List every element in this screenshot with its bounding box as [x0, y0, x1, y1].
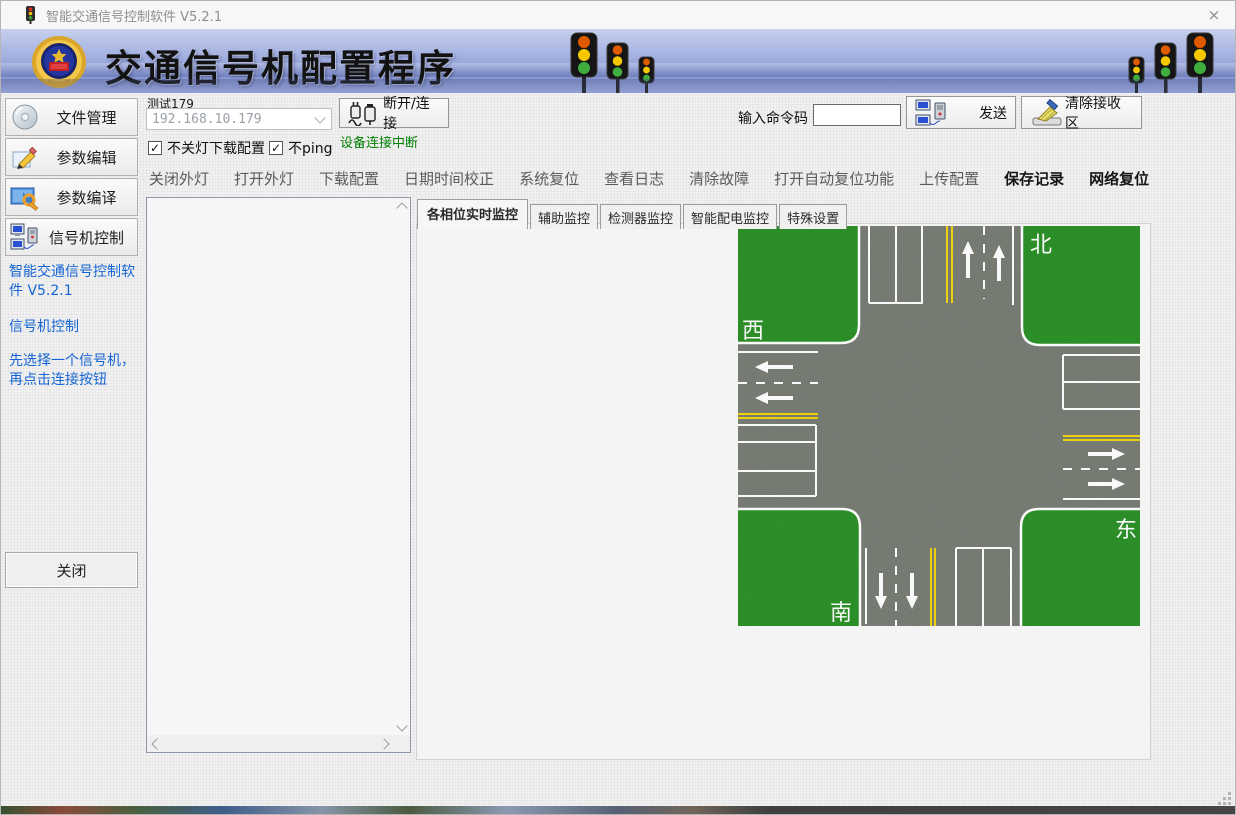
command-menu: 关闭外灯 打开外灯 下载配置 日期时间校正 系统复位 查看日志 清除故障 打开自…: [149, 168, 1149, 189]
menu-item-auto-reset[interactable]: 打开自动复位功能: [774, 168, 894, 189]
menu-item-save-record[interactable]: 保存记录: [1004, 168, 1064, 189]
checkbox-check-icon: ✓: [269, 141, 283, 155]
menu-item-system-reset[interactable]: 系统复位: [519, 168, 579, 189]
file-management-button[interactable]: 文件管理: [5, 98, 138, 136]
pencil-icon: [8, 143, 42, 171]
intersection-diagram: 北 西 南 东: [738, 226, 1140, 626]
traffic-lights-decoration-right: [1127, 31, 1227, 93]
traffic-lights-decoration-left: [569, 31, 669, 93]
plug-connector-icon: [346, 100, 377, 126]
ip-address-dropdown[interactable]: 192.168.10.179: [146, 108, 332, 130]
close-button[interactable]: 关闭: [5, 552, 138, 588]
app-banner-title: 交通信号机配置程序: [105, 38, 456, 92]
message-list-box[interactable]: [146, 197, 411, 753]
parameter-compile-button[interactable]: 参数编译: [5, 178, 138, 216]
monitor-tab-panel: 北 西 南 东: [416, 223, 1151, 760]
tab-detector-monitor[interactable]: 检测器监控: [600, 204, 681, 229]
signal-control-label: 信号机控制: [42, 227, 131, 248]
tab-power-monitor[interactable]: 智能配电监控: [683, 204, 777, 229]
scroll-down-icon[interactable]: [396, 720, 407, 731]
menu-item-clear-fault[interactable]: 清除故障: [689, 168, 749, 189]
close-button-label: 关闭: [56, 560, 86, 581]
clear-receive-area-button[interactable]: 清除接收区: [1021, 96, 1142, 129]
connect-disconnect-button[interactable]: 断开/连接: [339, 98, 449, 128]
menu-item-network-reset[interactable]: 网络复位: [1089, 168, 1149, 189]
computers-icon: [8, 223, 42, 251]
no-ping-checkbox[interactable]: ✓ 不ping: [269, 138, 333, 158]
chevron-down-icon: [314, 112, 325, 123]
menu-item-lights-off[interactable]: 关闭外灯: [149, 168, 209, 189]
tab-special-settings[interactable]: 特殊设置: [779, 204, 847, 229]
sidebar-mode-text: 信号机控制: [9, 318, 141, 337]
broom-icon: [1030, 99, 1065, 127]
scroll-right-icon[interactable]: [378, 738, 389, 749]
menu-item-download-config[interactable]: 下载配置: [319, 168, 379, 189]
menu-item-view-log[interactable]: 查看日志: [604, 168, 664, 189]
network-computers-icon: [915, 99, 949, 127]
header-banner: 交通信号机配置程序: [1, 29, 1235, 93]
compile-icon: [8, 183, 42, 211]
file-management-label: 文件管理: [42, 107, 131, 128]
menu-item-datetime-correct[interactable]: 日期时间校正: [404, 168, 494, 189]
vertical-scrollbar[interactable]: [394, 198, 410, 736]
no-ping-label: 不ping: [288, 138, 333, 158]
parameter-edit-button[interactable]: 参数编辑: [5, 138, 138, 176]
command-code-input[interactable]: [813, 104, 901, 126]
close-window-icon[interactable]: ×: [1203, 4, 1225, 26]
tab-phase-realtime-monitor[interactable]: 各相位实时监控: [417, 199, 528, 229]
scroll-up-icon[interactable]: [396, 202, 407, 213]
no-light-off-checkbox[interactable]: ✓ 不关灯下载配置: [148, 138, 265, 158]
signal-control-button[interactable]: 信号机控制: [5, 218, 138, 256]
clear-button-label: 清除接收区: [1065, 93, 1133, 133]
connect-button-label: 断开/连接: [383, 93, 442, 133]
send-button[interactable]: 发送: [906, 96, 1016, 129]
resize-grip[interactable]: [1219, 793, 1231, 805]
app-traffic-light-icon: [23, 6, 38, 24]
title-bar: 智能交通信号控制软件 V5.2.1 ×: [1, 1, 1235, 29]
horizontal-scrollbar[interactable]: [147, 735, 410, 752]
sidebar-hint-text: 先选择一个信号机，再点击连接按钮: [9, 352, 141, 390]
ip-address-value: 192.168.10.179: [147, 112, 316, 127]
police-badge-icon: [29, 32, 89, 92]
bottom-image-strip: [1, 806, 1235, 814]
app-window: 智能交通信号控制软件 V5.2.1 × 交通信号机配置程序: [0, 0, 1236, 815]
tab-auxiliary-monitor[interactable]: 辅助监控: [530, 204, 598, 229]
checkbox-check-icon: ✓: [148, 141, 162, 155]
send-button-label: 发送: [979, 103, 1007, 123]
cd-icon: [8, 103, 42, 131]
window-title: 智能交通信号控制软件 V5.2.1: [46, 6, 222, 25]
no-light-off-label: 不关灯下载配置: [167, 138, 265, 158]
scroll-left-icon[interactable]: [151, 738, 162, 749]
sidebar-version-text: 智能交通信号控制软件 V5.2.1: [9, 263, 141, 301]
menu-item-upload-config[interactable]: 上传配置: [919, 168, 979, 189]
monitor-tabs: 各相位实时监控 辅助监控 检测器监控 智能配电监控 特殊设置: [417, 199, 849, 229]
parameter-edit-label: 参数编辑: [42, 147, 131, 168]
command-code-label: 输入命令码: [738, 108, 808, 128]
parameter-compile-label: 参数编译: [42, 187, 131, 208]
connection-status-text: 设备连接中断: [340, 132, 418, 151]
menu-item-lights-on[interactable]: 打开外灯: [234, 168, 294, 189]
